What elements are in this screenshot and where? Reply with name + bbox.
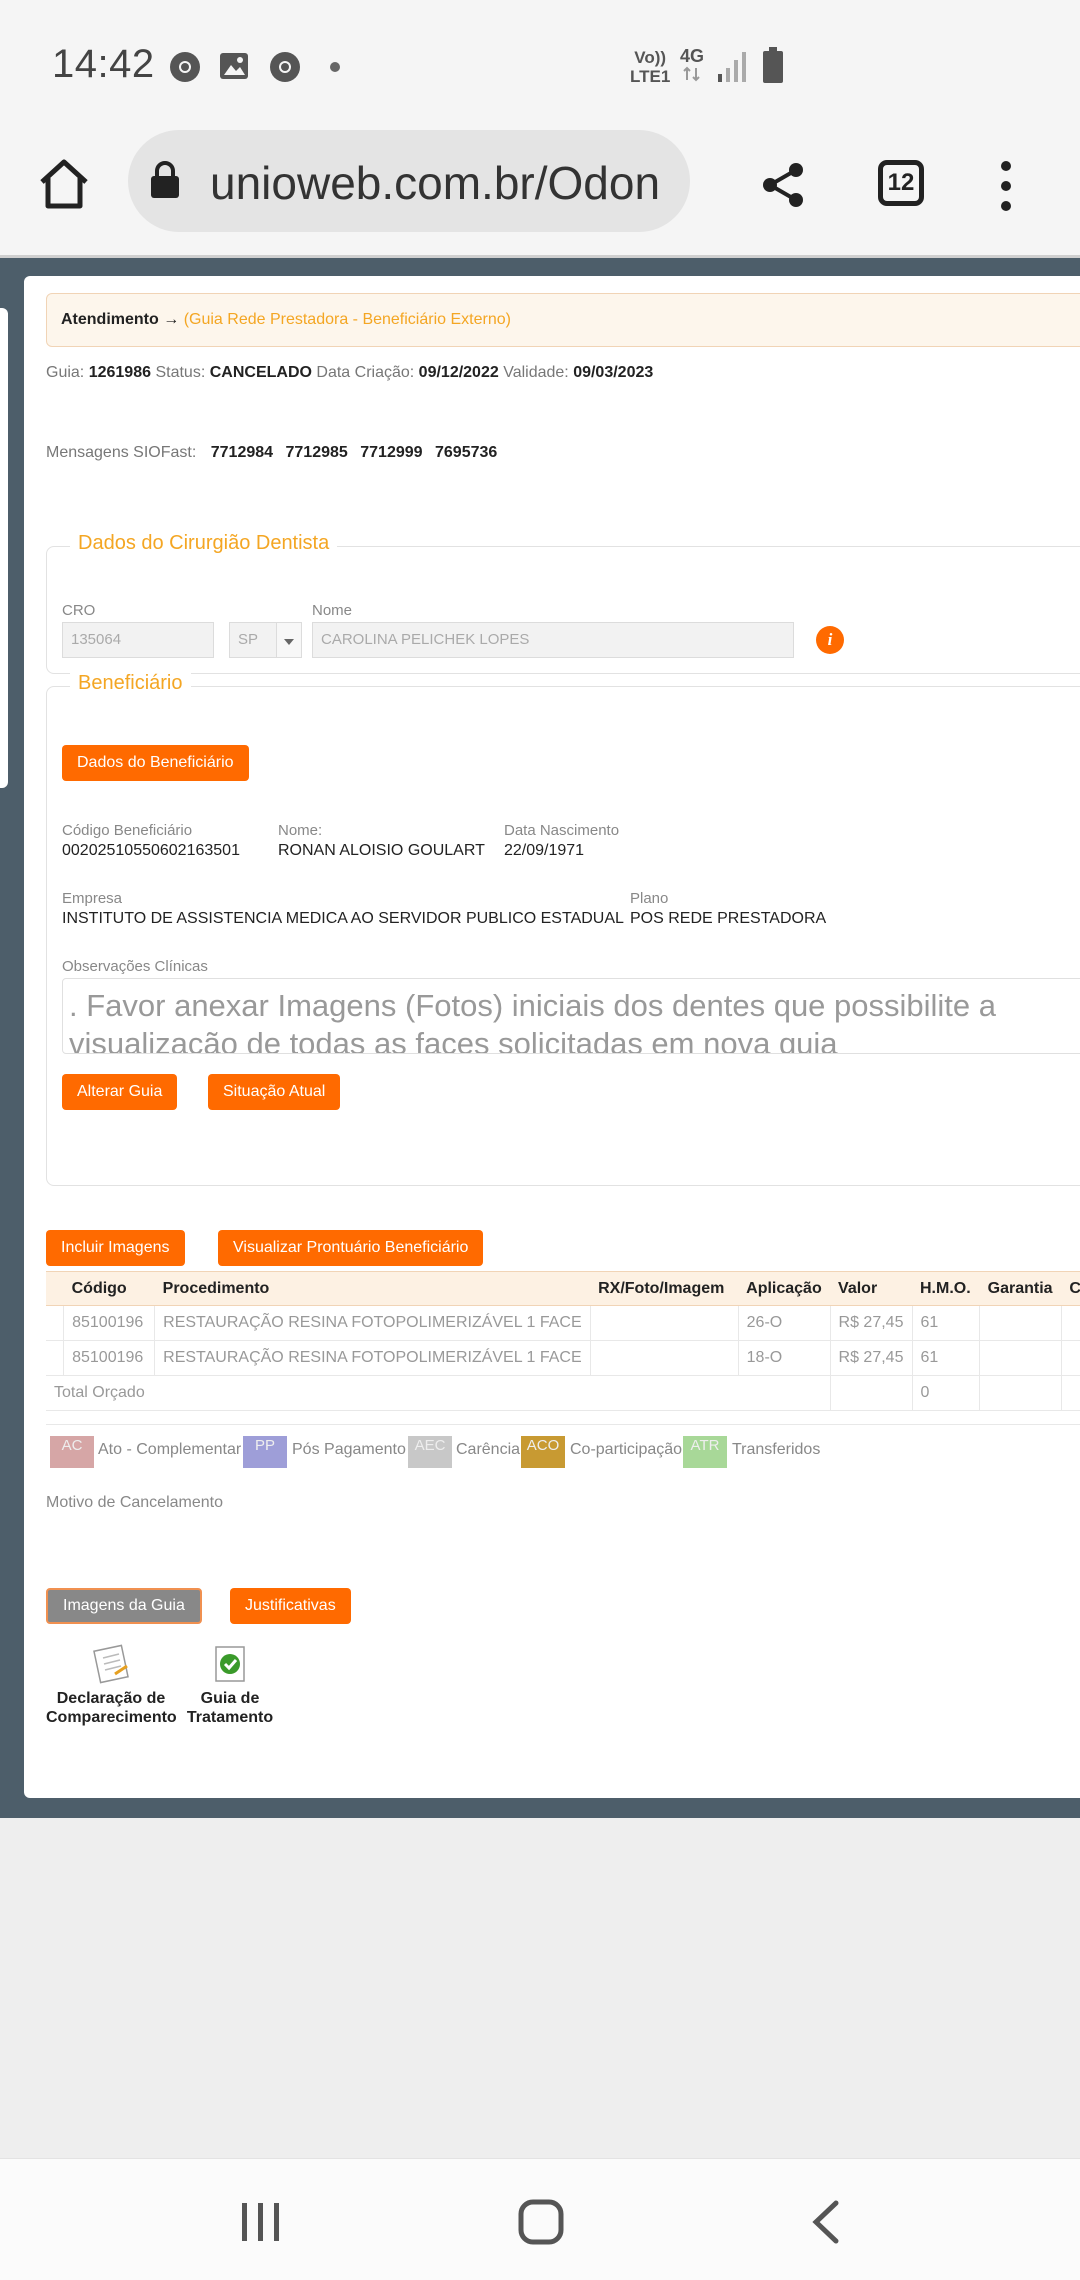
total-hmo: 0 xyxy=(912,1375,981,1411)
breadcrumb-sub: (Guia Rede Prestadora - Beneficiário Ext… xyxy=(183,311,511,328)
codigo-label: Código Beneficiário xyxy=(62,822,193,839)
battery-icon xyxy=(763,47,783,83)
legend-ac-swatch: AC xyxy=(50,1436,94,1468)
table-row[interactable]: 85100196 RESTAURAÇÃO RESINA FOTOPOLIMERI… xyxy=(46,1340,1080,1376)
imagens-guia-button[interactable]: Imagens da Guia xyxy=(46,1588,202,1624)
col-aplicacao[interactable]: Aplicação xyxy=(738,1271,831,1306)
chevron-down-icon xyxy=(284,639,294,645)
col-rx[interactable]: RX/Foto/Imagem xyxy=(590,1271,739,1306)
legend-aco-swatch: ACO xyxy=(521,1436,565,1468)
legend-pp-label: Pós Pagamento xyxy=(292,1441,406,1458)
total-label: Total Orçado xyxy=(46,1375,831,1411)
guia-card: Atendimento → (Guia Rede Prestadora - Be… xyxy=(24,276,1080,1798)
clock: 14:42 xyxy=(52,42,155,86)
cro-field[interactable]: 135064 xyxy=(62,622,214,658)
incluir-imagens-button[interactable]: Incluir Imagens xyxy=(46,1230,185,1266)
breadcrumb-main[interactable]: Atendimento xyxy=(61,311,159,328)
declaracao-link[interactable]: Declaração de Comparecimento xyxy=(46,1644,177,1727)
legend-atr-swatch: ATR xyxy=(683,1436,727,1468)
col-car[interactable]: Car xyxy=(1061,1271,1080,1306)
notification-dot-icon xyxy=(330,62,340,72)
back-icon[interactable] xyxy=(808,2199,844,2245)
chrome-icon-2 xyxy=(270,52,300,82)
legend-aco-label: Co-participação xyxy=(570,1441,683,1458)
lock-icon[interactable] xyxy=(148,160,182,200)
validade-value: 09/03/2023 xyxy=(573,364,654,381)
signal-icon xyxy=(718,52,746,82)
beneficiario-legend: Beneficiário xyxy=(70,672,191,695)
url-text[interactable]: unioweb.com.br/Odon xyxy=(210,156,670,210)
plano-value: POS REDE PRESTADORA xyxy=(630,910,827,927)
system-nav-bar xyxy=(0,2158,1080,2280)
breadcrumb: Atendimento → (Guia Rede Prestadora - Be… xyxy=(46,293,1080,347)
info-icon[interactable]: i xyxy=(816,626,844,654)
share-icon[interactable] xyxy=(758,160,808,210)
plano-label: Plano xyxy=(630,890,669,907)
home-icon[interactable] xyxy=(36,156,92,212)
criacao-value: 09/12/2022 xyxy=(418,364,499,381)
col-hmo[interactable]: H.M.O. xyxy=(912,1271,980,1306)
recent-apps-icon[interactable] xyxy=(238,2199,284,2245)
guia-number: 1261986 xyxy=(88,364,151,381)
home-nav-icon[interactable] xyxy=(516,2197,566,2247)
network-label: Vo)) LTE1 xyxy=(630,48,671,86)
observacoes-text: . Favor anexar Imagens (Fotos) iniciais … xyxy=(69,988,997,1054)
gallery-icon xyxy=(220,53,248,79)
guia-tratamento-link[interactable]: Guia de Tratamento xyxy=(180,1644,280,1727)
alterar-guia-button[interactable]: Alterar Guia xyxy=(62,1074,178,1110)
legend-aec-swatch: AEC xyxy=(408,1436,452,1468)
dados-beneficiario-button[interactable]: Dados do Beneficiário xyxy=(62,745,249,781)
status-value: CANCELADO xyxy=(209,364,312,381)
tabs-button[interactable]: 12 xyxy=(878,160,924,206)
mensagens-siofast: Mensagens SIOFast: 7712984 7712985 77129… xyxy=(46,444,498,461)
observacoes-textarea[interactable]: . Favor anexar Imagens (Fotos) iniciais … xyxy=(62,978,1080,1054)
situacao-atual-button[interactable]: Situação Atual xyxy=(208,1074,341,1110)
side-panel-edge xyxy=(0,308,8,788)
address-bar[interactable]: unioweb.com.br/Odon xyxy=(128,130,690,232)
col-codigo[interactable]: Código xyxy=(63,1271,155,1306)
visualizar-prontuario-button[interactable]: Visualizar Prontuário Beneficiário xyxy=(218,1230,484,1266)
empresa-label: Empresa xyxy=(62,890,123,907)
status-bar: 14:42 Vo)) LTE1 4G xyxy=(0,0,1080,130)
legend-pp-swatch: PP xyxy=(243,1436,287,1468)
web-content: Atendimento → (Guia Rede Prestadora - Be… xyxy=(0,258,1080,1818)
legend-aec-label: Carência xyxy=(456,1441,521,1458)
table-row[interactable]: 85100196 RESTAURAÇÃO RESINA FOTOPOLIMERI… xyxy=(46,1305,1080,1341)
check-document-icon xyxy=(215,1646,245,1682)
page-below-area xyxy=(0,1818,1080,2158)
browser-toolbar: unioweb.com.br/Odon 12 xyxy=(0,130,1080,258)
more-menu-icon[interactable] xyxy=(992,158,1020,214)
col-valor[interactable]: Valor xyxy=(830,1271,912,1306)
cro-label: CRO xyxy=(62,602,96,619)
legend-atr-label: Transferidos xyxy=(732,1441,821,1458)
chrome-icon xyxy=(170,52,200,82)
dentista-legend: Dados do Cirurgião Dentista xyxy=(70,532,338,555)
table-header-row: Código Procedimento RX/Foto/Imagem Aplic… xyxy=(46,1271,1080,1306)
nome-dentista-field[interactable]: CAROLINA PELICHEK LOPES xyxy=(312,622,794,658)
observacoes-label: Observações Clínicas xyxy=(62,958,208,975)
guia-info: Guia: 1261986 Status: CANCELADO Data Cri… xyxy=(46,364,654,381)
empresa-value: INSTITUTO DE ASSISTENCIA MEDICA AO SERVI… xyxy=(62,910,624,927)
uf-dropdown-button[interactable] xyxy=(276,622,302,658)
data-arrows-icon xyxy=(683,66,700,82)
breadcrumb-arrow: → xyxy=(163,311,180,328)
nome-beneficiario-value: RONAN ALOISIO GOULART xyxy=(278,842,485,859)
legend-ac-label: Ato - Complementar xyxy=(98,1441,242,1458)
nome-beneficiario-label: Nome: xyxy=(278,822,323,839)
uf-select[interactable]: SP xyxy=(229,622,277,658)
nome-dentista-label: Nome xyxy=(312,602,353,619)
nascimento-value: 22/09/1971 xyxy=(504,842,585,859)
document-icon xyxy=(93,1644,129,1684)
justificativas-button[interactable]: Justificativas xyxy=(230,1588,351,1624)
total-row: Total Orçado 0 xyxy=(46,1375,1080,1411)
motivo-cancelamento-label: Motivo de Cancelamento xyxy=(46,1494,223,1511)
nascimento-label: Data Nascimento xyxy=(504,822,620,839)
network-type: 4G xyxy=(680,46,705,66)
col-garantia[interactable]: Garantia xyxy=(979,1271,1062,1306)
procedimentos-table: Código Procedimento RX/Foto/Imagem Aplic… xyxy=(46,1271,1080,1425)
codigo-value: 00202510550602163501 xyxy=(62,842,240,859)
col-procedimento[interactable]: Procedimento xyxy=(154,1271,591,1306)
